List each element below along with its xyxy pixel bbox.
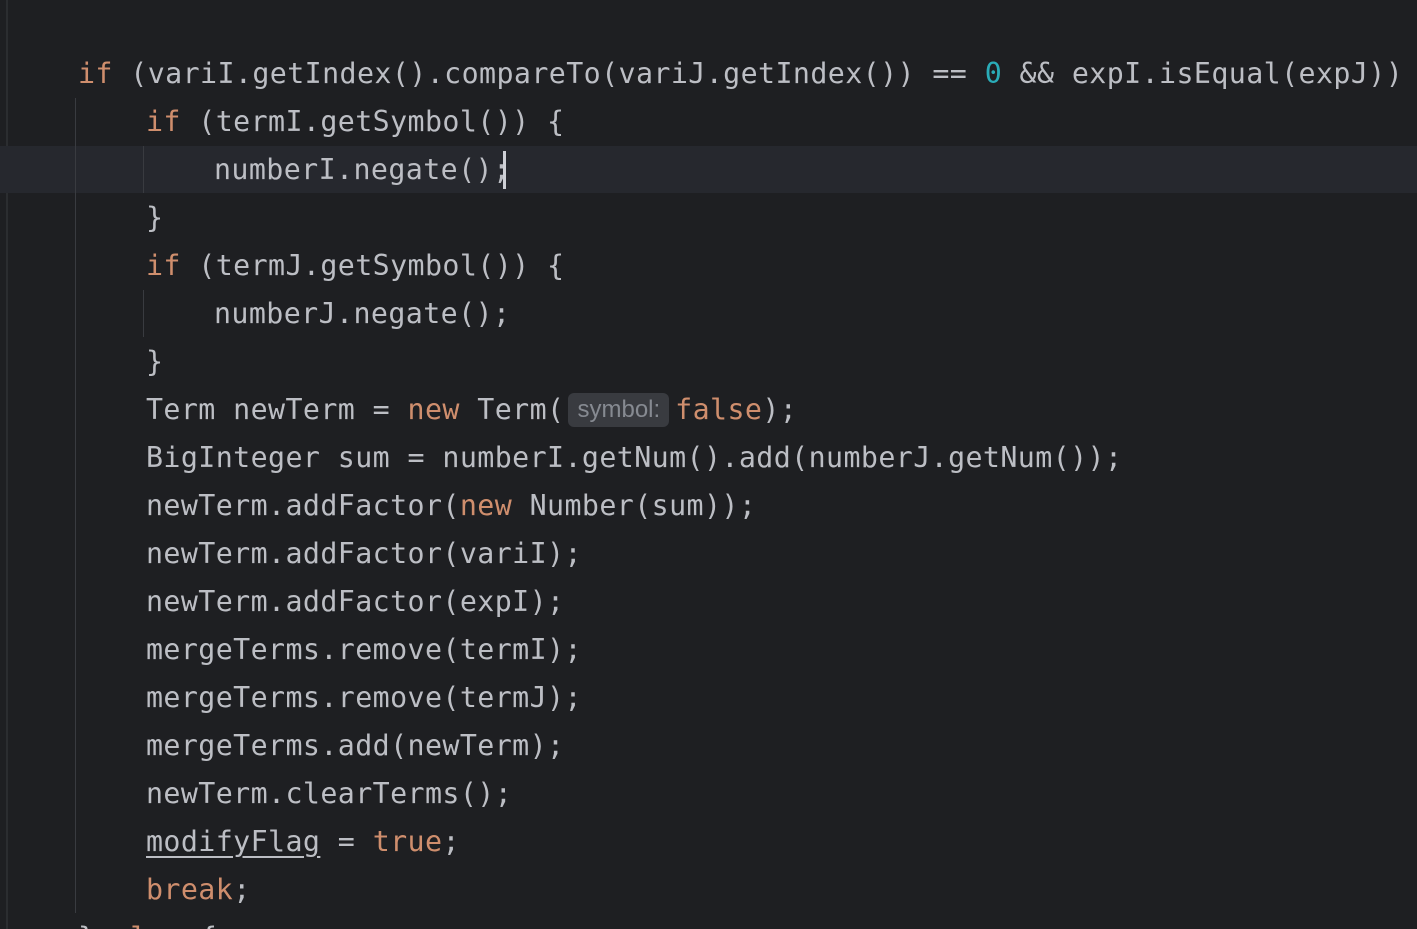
indent-guide (75, 98, 76, 913)
code-token: mergeTerms.remove(termI); (146, 633, 582, 666)
indent-guide (143, 290, 144, 337)
keyword-token: false (675, 393, 763, 426)
keyword-token: new (459, 489, 513, 522)
code-token: ; (233, 873, 251, 906)
code-token: } (146, 201, 164, 234)
code-token: newTerm.addFactor(expI); (146, 585, 565, 618)
text-caret (503, 151, 506, 189)
code-token: ); (762, 393, 798, 426)
code-token: numberJ.negate(); (214, 297, 511, 330)
code-token: (termI.getSymbol()) { (180, 105, 565, 138)
code-line[interactable]: numberI.negate(); (214, 146, 510, 194)
code-line[interactable]: modifyFlag = true; (146, 818, 460, 866)
keyword-token: new (407, 393, 460, 426)
code-token: (termJ.getSymbol()) { (180, 249, 565, 282)
indent-guide (143, 146, 144, 193)
code-line[interactable]: numberJ.negate(); (214, 290, 510, 338)
gutter-edge (6, 0, 8, 929)
code-line[interactable]: newTerm.clearTerms(); (146, 770, 512, 818)
code-token: newTerm.clearTerms(); (146, 777, 513, 810)
code-line[interactable]: Term newTerm = new Term(symbol: false); (146, 386, 797, 434)
keyword-token: if (146, 105, 181, 138)
code-line[interactable]: if (variI.getIndex().compareTo(variJ.get… (78, 50, 1417, 98)
code-line[interactable]: newTerm.addFactor(new Number(sum)); (146, 482, 756, 530)
keyword-token: if (78, 57, 113, 90)
code-token: Term newTerm = (146, 393, 408, 426)
code-token: Number(sum)); (512, 489, 757, 522)
keyword-token: break (146, 873, 234, 906)
current-line-highlight (0, 146, 1417, 193)
code-line[interactable]: mergeTerms.add(newTerm); (146, 722, 564, 770)
code-token: numberI.negate(); (214, 153, 511, 186)
code-token: ; (442, 825, 460, 858)
keyword-token: if (146, 249, 181, 282)
code-token: mergeTerms.add(newTerm); (146, 729, 565, 762)
code-token: } (78, 921, 113, 929)
code-token: } (146, 345, 164, 378)
number-token: 0 (984, 57, 1003, 90)
code-line[interactable]: } else { (78, 914, 218, 929)
code-token: (variI.getIndex().compareTo(variJ.getInd… (112, 57, 985, 90)
keyword-token: else (113, 921, 183, 929)
code-token: mergeTerms.remove(termJ); (146, 681, 582, 714)
code-token: BigInteger sum = numberI.getNum().add(nu… (146, 441, 1123, 474)
code-line[interactable]: BigInteger sum = numberI.getNum().add(nu… (146, 434, 1122, 482)
code-line[interactable]: newTerm.addFactor(variI); (146, 530, 582, 578)
code-line[interactable]: mergeTerms.remove(termI); (146, 626, 582, 674)
code-token: newTerm.addFactor( (146, 489, 460, 522)
code-line[interactable]: } (146, 194, 163, 242)
code-line[interactable]: } (146, 338, 163, 386)
code-token: { (183, 921, 218, 929)
field-token: modifyFlag (146, 825, 321, 858)
code-line[interactable]: break; (146, 866, 251, 914)
code-line[interactable]: if (termI.getSymbol()) { (146, 98, 564, 146)
code-line[interactable]: newTerm.addFactor(expI); (146, 578, 564, 626)
code-token: = (320, 825, 373, 858)
parameter-hint: symbol: (568, 393, 670, 427)
code-editor[interactable]: if (variI.getIndex().compareTo(variJ.get… (0, 0, 1417, 929)
keyword-token: true (372, 825, 443, 858)
code-line[interactable]: if (termJ.getSymbol()) { (146, 242, 564, 290)
code-line[interactable]: mergeTerms.remove(termJ); (146, 674, 582, 722)
code-token: && expI.isEqual(expJ)) { (1002, 57, 1417, 90)
code-token: newTerm.addFactor(variI); (146, 537, 582, 570)
code-token: Term( (459, 393, 565, 426)
